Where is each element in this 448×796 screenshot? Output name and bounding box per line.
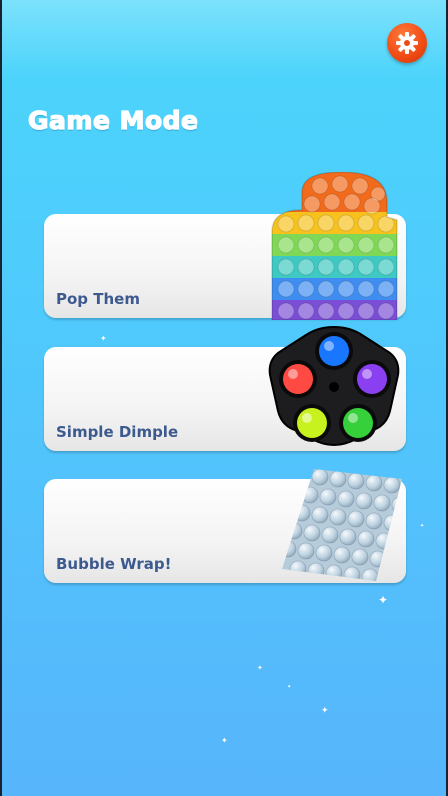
mode-card-pop-them[interactable]: Pop Them	[44, 172, 406, 320]
sparkle-icon: ✦	[100, 334, 107, 343]
rainbow-popit-mitten-image	[271, 172, 398, 320]
sparkle-icon: ✦	[221, 736, 228, 745]
sparkle-icon: ✦	[257, 664, 263, 672]
left-border	[0, 0, 2, 796]
simple-dimple-fidget-image	[268, 325, 400, 446]
mode-label: Pop Them	[56, 290, 140, 308]
sparkle-icon: ✦	[420, 523, 425, 529]
bubble-wrap-sheet-image	[282, 469, 402, 581]
mode-card-simple-dimple[interactable]: Simple Dimple	[44, 325, 406, 451]
settings-button[interactable]	[387, 23, 427, 63]
gear-icon	[396, 32, 418, 54]
frost-overlay	[0, 0, 448, 80]
mode-label: Bubble Wrap!	[56, 555, 172, 573]
sparkle-icon: ✦	[321, 706, 329, 716]
sparkle-icon: ✦	[287, 684, 292, 690]
mode-card-bubble-wrap[interactable]: Bubble Wrap!	[44, 469, 406, 583]
page-title: Game Mode	[27, 105, 199, 135]
mode-label: Simple Dimple	[56, 423, 179, 441]
sparkle-icon: ✦	[378, 593, 389, 607]
